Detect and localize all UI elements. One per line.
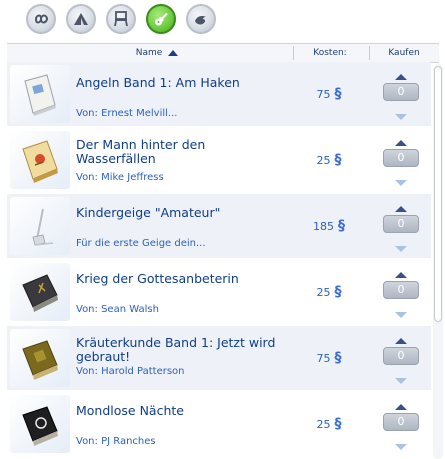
quantity-field[interactable]: 0 xyxy=(383,347,419,365)
book-waterfall-icon xyxy=(22,140,58,183)
simoleon-icon: § xyxy=(334,152,342,168)
increase-quantity-button[interactable] xyxy=(395,140,407,146)
item-subtitle: Von: Harold Patterson xyxy=(76,366,185,377)
item-subtitle: Von: PJ Ranches xyxy=(76,436,156,447)
quantity-stepper: 0 xyxy=(383,140,419,186)
quantity-field[interactable]: 0 xyxy=(383,413,419,431)
item-subtitle: Von: Sean Walsh xyxy=(76,304,159,315)
decrease-quantity-button[interactable] xyxy=(395,444,407,450)
scrollbar-thumb[interactable] xyxy=(434,66,442,322)
simoleon-icon: § xyxy=(338,218,345,234)
item-subtitle: Von: Ernest Melvill... xyxy=(76,108,178,119)
simoleon-icon: § xyxy=(334,350,342,366)
item-price: 75 § xyxy=(293,62,365,126)
item-title: Mondlose Nächte xyxy=(76,403,184,418)
quantity-stepper: 0 xyxy=(383,272,419,318)
cost-column-header: Kosten: xyxy=(313,48,347,58)
item-thumbnail xyxy=(10,131,70,189)
item-title: Kräuterkunde Band 1: Jetzt wird gebraut! xyxy=(76,335,276,364)
item-price: 25 § xyxy=(293,392,365,456)
book-herbs-icon xyxy=(22,340,58,380)
quantity-stepper: 0 xyxy=(383,404,419,450)
item-subtitle: Von: Mike Jeffress xyxy=(76,172,164,183)
item-title: Der Mann hinter den Wasserfällen xyxy=(76,137,206,166)
guitar-icon xyxy=(155,12,168,26)
furniture-tab[interactable] xyxy=(106,4,136,34)
price-value: 185 xyxy=(313,220,334,233)
all-tab[interactable] xyxy=(26,4,56,34)
increase-quantity-button[interactable] xyxy=(395,206,407,212)
quantity-field[interactable]: 0 xyxy=(383,149,419,167)
list-item[interactable]: Krieg der Gottesanbeterin Von: Sean Wals… xyxy=(7,260,431,324)
price-value: 75 xyxy=(316,88,331,101)
price-value: 25 xyxy=(316,154,331,167)
quantity-stepper: 0 xyxy=(383,74,419,120)
book-dark-icon xyxy=(22,274,58,312)
hobby-tab[interactable] xyxy=(146,4,176,34)
item-price: 25 § xyxy=(293,260,365,324)
decrease-quantity-button[interactable] xyxy=(395,114,407,120)
outdoor-tab[interactable] xyxy=(66,4,96,34)
item-thumbnail xyxy=(10,263,70,321)
list-item[interactable]: Kräuterkunde Band 1: Jetzt wird gebraut!… xyxy=(7,326,431,390)
book-moonless-icon xyxy=(22,406,58,446)
item-thumbnail xyxy=(10,395,70,453)
buy-column-header: Kaufen xyxy=(388,48,420,58)
sort-ascending-icon xyxy=(168,49,179,56)
price-value: 25 xyxy=(316,286,331,299)
quantity-field[interactable]: 0 xyxy=(383,281,419,299)
decrease-quantity-button[interactable] xyxy=(395,378,407,384)
item-thumbnail xyxy=(10,197,70,255)
name-column-label: Name xyxy=(135,48,163,58)
book-fishing-icon xyxy=(24,74,56,116)
price-value: 75 xyxy=(316,352,331,365)
name-column-header[interactable]: Name xyxy=(87,44,227,62)
item-price: 25 § xyxy=(293,128,365,192)
item-price: 75 § xyxy=(293,326,365,390)
increase-quantity-button[interactable] xyxy=(395,74,407,80)
infinity-icon xyxy=(34,14,49,24)
simoleon-icon: § xyxy=(334,86,342,102)
quantity-stepper: 0 xyxy=(383,338,419,384)
chair-icon xyxy=(114,11,128,27)
price-value: 25 xyxy=(316,418,331,431)
increase-quantity-button[interactable] xyxy=(395,338,407,344)
decrease-quantity-button[interactable] xyxy=(395,312,407,318)
item-title: Kindergeige "Amateur" xyxy=(76,205,221,220)
list-item[interactable]: Der Mann hinter den Wasserfällen Von: Mi… xyxy=(7,128,431,192)
item-title: Angeln Band 1: Am Haken xyxy=(76,75,240,90)
nature-tab[interactable] xyxy=(186,4,216,34)
list-scrollbar[interactable] xyxy=(433,64,443,459)
bird-icon xyxy=(195,16,206,25)
decrease-quantity-button[interactable] xyxy=(395,246,407,252)
item-thumbnail xyxy=(10,329,70,387)
increase-quantity-button[interactable] xyxy=(395,272,407,278)
item-subtitle: Für die erste Geige dein... xyxy=(76,238,206,249)
item-title: Krieg der Gottesanbeterin xyxy=(76,271,239,286)
decrease-quantity-button[interactable] xyxy=(395,180,407,186)
quantity-field[interactable]: 0 xyxy=(383,83,419,101)
simoleon-icon: § xyxy=(334,416,342,432)
increase-quantity-button[interactable] xyxy=(395,404,407,410)
violin-icon xyxy=(32,208,54,246)
simoleon-icon: § xyxy=(334,284,342,300)
table-header: Name Kosten: Kaufen xyxy=(7,43,439,63)
item-thumbnail xyxy=(10,65,70,123)
list-item[interactable]: Mondlose Nächte Von: PJ Ranches 25 § 0 xyxy=(7,392,431,456)
item-price: 185 § xyxy=(293,194,365,258)
list-item[interactable]: Angeln Band 1: Am Haken Von: Ernest Melv… xyxy=(7,62,431,126)
quantity-stepper: 0 xyxy=(383,206,419,252)
quantity-field[interactable]: 0 xyxy=(383,215,419,233)
list-item[interactable]: Kindergeige "Amateur" Für die erste Geig… xyxy=(7,194,431,258)
tent-icon xyxy=(74,13,88,25)
